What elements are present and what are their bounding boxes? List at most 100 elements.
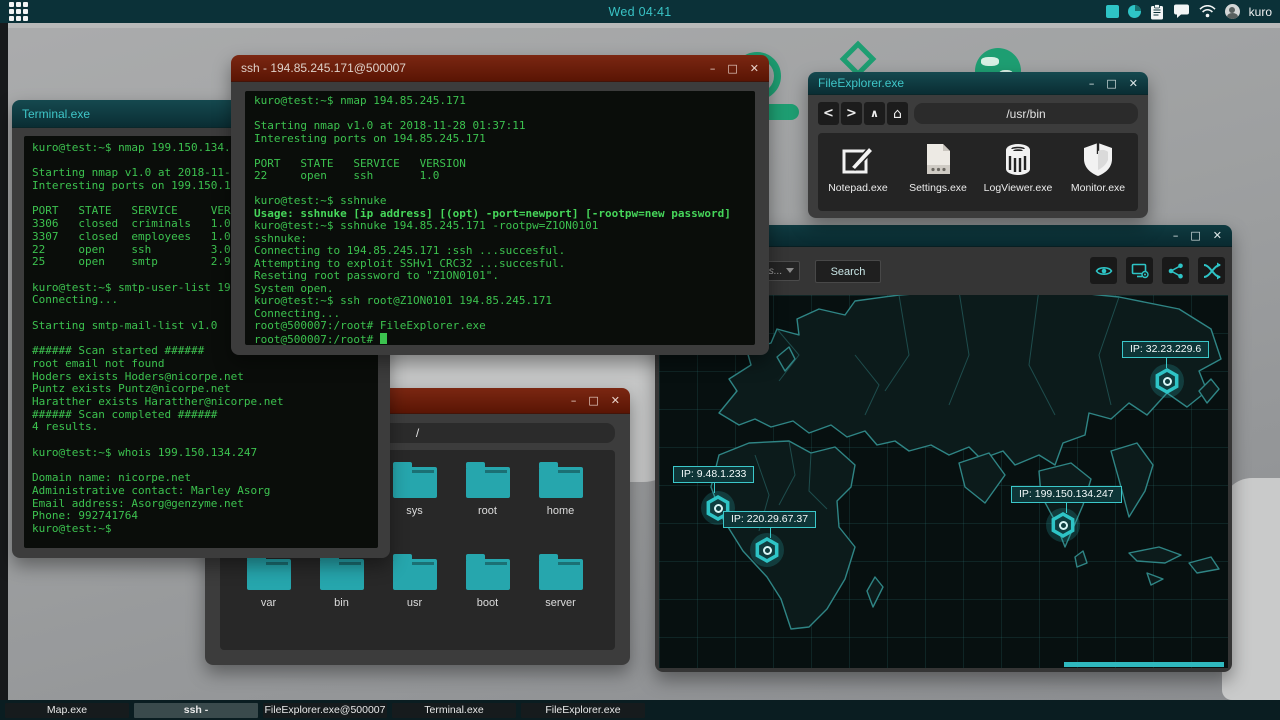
address-bar[interactable]: /usr/bin	[914, 103, 1138, 124]
folder-item[interactable]: usr	[378, 550, 451, 642]
terminal-line: kuro@test:~$ nmap 194.85.245.171	[254, 94, 466, 107]
terminal-line: Interesting ports on 194.85.245.171	[254, 131, 486, 145]
folder-item[interactable]: boot	[451, 550, 524, 642]
terminal-line: Administrative contact: Marley Asorg	[32, 483, 271, 497]
desktop-highlight-band	[0, 23, 1280, 28]
home-icon[interactable]	[887, 102, 908, 125]
folder-icon	[319, 554, 364, 590]
window-title: Terminal.exe	[22, 106, 91, 121]
maximize-button[interactable]	[727, 63, 737, 74]
terminal-line: root email not found	[32, 356, 165, 370]
folder-item[interactable]: root	[451, 458, 524, 550]
file-label: Notepad.exe	[828, 182, 888, 194]
close-button[interactable]	[750, 63, 759, 74]
settings-file-icon	[919, 137, 957, 178]
forward-icon[interactable]	[841, 102, 862, 125]
terminal-line: kuro@test:~$ sshnuke 194.85.245.171 -roo…	[254, 219, 599, 232]
minimize-button[interactable]	[1173, 230, 1179, 241]
clipboard-icon[interactable]	[1150, 3, 1164, 20]
file-item[interactable]: LogViewer.exe	[978, 137, 1058, 207]
notepad-icon	[839, 137, 877, 178]
taskbar-item[interactable]: Map.exe	[5, 702, 129, 718]
user-name[interactable]: kuro	[1249, 5, 1272, 19]
file-item[interactable]: Settings.exe	[898, 137, 978, 207]
terminal-line: root@500007:/root# FileExplorer.exe	[254, 319, 486, 332]
ssh-terminal-output[interactable]: kuro@test:~$ nmap 194.85.245.171 Startin…	[245, 91, 755, 345]
window-title: ssh - 194.85.245.171@500007	[241, 61, 406, 75]
close-button[interactable]	[1213, 230, 1222, 241]
eye-icon[interactable]	[1090, 257, 1117, 284]
folder-item[interactable]: var	[232, 550, 305, 642]
folder-label: root	[478, 505, 497, 517]
terminal-line: 22 open ssh 1.0	[254, 169, 440, 182]
folder-label: usr	[406, 597, 423, 609]
ip-label: IP: 9.48.1.233	[673, 466, 755, 493]
chevron-down-icon[interactable]	[786, 268, 794, 273]
taskbar-item[interactable]: Terminal.exe	[392, 702, 516, 718]
folder-label: var	[260, 597, 277, 609]
folder-item[interactable]: server	[524, 550, 597, 642]
ip-marker[interactable]	[1046, 508, 1080, 542]
terminal-line: root@500007:/root#	[254, 332, 746, 345]
folder-label: home	[546, 505, 575, 517]
file-label: LogViewer.exe	[983, 182, 1053, 194]
maximize-button[interactable]	[1106, 78, 1116, 89]
taskbar-item[interactable]: FileExplorer.exe	[521, 702, 645, 718]
terminal-cursor	[379, 332, 387, 344]
screen-share-icon[interactable]	[1126, 257, 1153, 284]
terminal-line: Haratther exists Haratther@nicorpe.net	[32, 394, 284, 408]
folder-row: sys root home	[378, 458, 615, 550]
minimize-button[interactable]	[571, 395, 577, 406]
top-system-bar: Wed 04:41 kuro	[0, 0, 1280, 23]
folder-icon	[392, 554, 437, 590]
shield-icon	[1079, 137, 1117, 178]
window-title: FileExplorer.exe	[818, 76, 905, 90]
close-button[interactable]	[611, 395, 620, 406]
folder-label: boot	[476, 597, 499, 609]
folder-icon	[246, 554, 291, 590]
folder-row: var bin usr boot server	[232, 550, 615, 642]
up-icon[interactable]	[864, 102, 885, 125]
share-icon[interactable]	[1162, 257, 1189, 284]
taskbar: Map.exe ssh - FileExplorer.exe@500007 Te…	[0, 700, 1280, 720]
folder-label: bin	[334, 597, 349, 609]
terminal-line: kuro@test:~$	[32, 521, 112, 535]
user-avatar[interactable]	[1224, 4, 1240, 19]
map-horizontal-scrollbar[interactable]	[1064, 662, 1224, 667]
back-icon[interactable]	[818, 102, 839, 125]
ip-label: IP: 199.150.134.247	[1011, 486, 1122, 513]
ssh-titlebar[interactable]: ssh - 194.85.245.171@500007	[231, 55, 769, 82]
maximize-button[interactable]	[588, 395, 598, 406]
chat-icon[interactable]	[1173, 4, 1190, 19]
file-explorer-window: FileExplorer.exe /usr/bin Notepa	[808, 72, 1148, 218]
folder-icon	[538, 554, 583, 590]
close-button[interactable]	[1129, 78, 1138, 89]
ip-marker[interactable]	[1150, 364, 1184, 398]
file-item[interactable]: Notepad.exe	[818, 137, 898, 207]
system-tray: kuro	[1105, 0, 1272, 23]
taskbar-item[interactable]: FileExplorer.exe@500007	[263, 702, 387, 718]
status-circle-icon[interactable]	[1127, 5, 1141, 18]
shuffle-icon[interactable]	[1198, 257, 1225, 284]
terminal-line: kuro@test:~$ whois 199.150.134.247	[32, 445, 258, 459]
taskbar-item[interactable]: ssh -	[134, 702, 258, 718]
system-clock: Wed 04:41	[608, 4, 672, 19]
wifi-icon[interactable]	[1199, 5, 1216, 18]
folder-item[interactable]: home	[524, 458, 597, 550]
ip-label: IP: 32.23.229.6	[1122, 341, 1210, 368]
folder-item[interactable]: bin	[305, 550, 378, 642]
ip-marker[interactable]	[750, 533, 784, 567]
terminal-line: 4 results.	[32, 420, 99, 434]
minimize-button[interactable]	[1089, 78, 1095, 89]
file-item[interactable]: Monitor.exe	[1058, 137, 1138, 207]
minimize-button[interactable]	[710, 63, 716, 74]
maximize-button[interactable]	[1190, 230, 1200, 241]
status-square-icon[interactable]	[1105, 5, 1119, 18]
search-button[interactable]: Search	[815, 260, 881, 283]
file-explorer-titlebar[interactable]: FileExplorer.exe	[808, 72, 1148, 95]
file-label: Monitor.exe	[1070, 182, 1126, 194]
folder-label: sys	[406, 505, 423, 517]
ssh-terminal-window: ssh - 194.85.245.171@500007 kuro@test:~$…	[231, 55, 769, 355]
folder-icon	[465, 554, 510, 590]
